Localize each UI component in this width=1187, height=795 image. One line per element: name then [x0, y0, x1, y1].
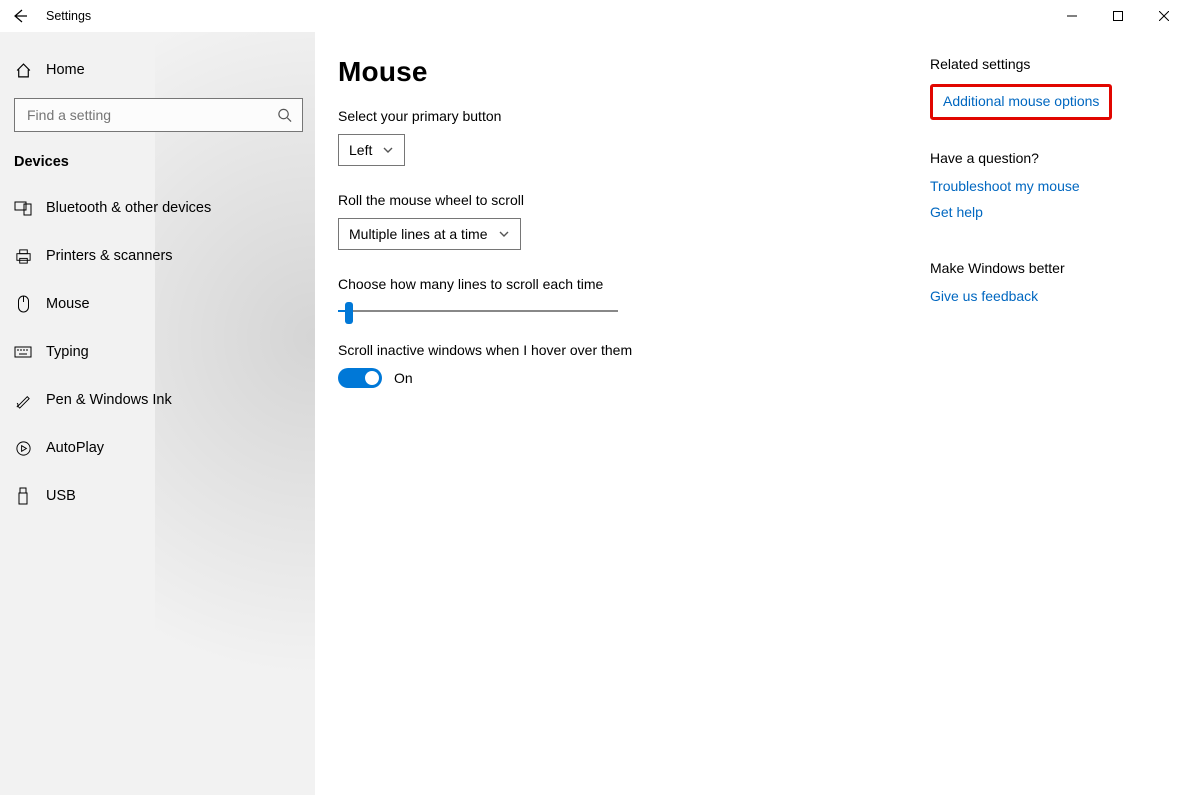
sidebar-item-label: AutoPlay [46, 440, 104, 456]
hover-toggle[interactable] [338, 368, 382, 388]
page-title: Mouse [338, 56, 898, 88]
back-icon[interactable] [12, 8, 28, 24]
slider-thumb[interactable] [345, 302, 353, 324]
hover-toggle-state: On [394, 370, 413, 386]
wheel-scroll-dropdown[interactable]: Multiple lines at a time [338, 218, 521, 250]
primary-button-label: Select your primary button [338, 108, 898, 124]
search-input-container[interactable] [14, 98, 303, 132]
have-question-heading: Have a question? [930, 150, 1112, 166]
sidebar-home-label: Home [46, 62, 85, 78]
sidebar-item-printers[interactable]: Printers & scanners [0, 232, 315, 280]
feedback-link[interactable]: Give us feedback [930, 288, 1038, 304]
usb-icon [14, 487, 32, 505]
sidebar: Home Devices Bluetooth & other devices [0, 32, 315, 795]
slider-track [338, 310, 618, 312]
sidebar-item-label: Mouse [46, 296, 90, 312]
primary-button-value: Left [349, 142, 372, 158]
sidebar-item-label: USB [46, 488, 76, 504]
search-icon[interactable] [277, 108, 292, 123]
minimize-button[interactable] [1049, 0, 1095, 32]
sidebar-item-label: Pen & Windows Ink [46, 392, 172, 408]
wheel-scroll-label: Roll the mouse wheel to scroll [338, 192, 898, 208]
sidebar-category: Devices [0, 150, 315, 184]
additional-mouse-options-highlight: Additional mouse options [930, 84, 1112, 120]
lines-scroll-label: Choose how many lines to scroll each tim… [338, 276, 898, 292]
related-settings-heading: Related settings [930, 56, 1112, 72]
sidebar-item-usb[interactable]: USB [0, 472, 315, 520]
autoplay-icon [14, 440, 32, 457]
lines-slider[interactable] [338, 302, 618, 324]
make-windows-better-heading: Make Windows better [930, 260, 1112, 276]
window-controls [1049, 0, 1187, 32]
sidebar-home[interactable]: Home [0, 48, 315, 92]
content-area: Mouse Select your primary button Left Ro… [315, 32, 1187, 795]
chevron-down-icon [382, 144, 394, 156]
chevron-down-icon [498, 228, 510, 240]
maximize-button[interactable] [1095, 0, 1141, 32]
sidebar-item-label: Typing [46, 344, 89, 360]
sidebar-item-autoplay[interactable]: AutoPlay [0, 424, 315, 472]
titlebar: Settings [0, 0, 1187, 32]
hover-scroll-label: Scroll inactive windows when I hover ove… [338, 342, 898, 358]
sidebar-item-label: Printers & scanners [46, 248, 173, 264]
mouse-icon [14, 295, 32, 313]
titlebar-left: Settings [0, 8, 91, 24]
primary-button-dropdown[interactable]: Left [338, 134, 405, 166]
sidebar-item-mouse[interactable]: Mouse [0, 280, 315, 328]
sidebar-item-pen[interactable]: Pen & Windows Ink [0, 376, 315, 424]
devices-icon [14, 199, 32, 217]
sidebar-item-label: Bluetooth & other devices [46, 200, 211, 216]
sidebar-item-bluetooth[interactable]: Bluetooth & other devices [0, 184, 315, 232]
app-title: Settings [46, 9, 91, 23]
troubleshoot-mouse-link[interactable]: Troubleshoot my mouse [930, 178, 1080, 194]
home-icon [14, 62, 32, 79]
wheel-scroll-value: Multiple lines at a time [349, 226, 488, 242]
settings-window: Settings Home [0, 0, 1187, 795]
pen-icon [14, 392, 32, 409]
printer-icon [14, 248, 32, 265]
keyboard-icon [14, 345, 32, 359]
get-help-link[interactable]: Get help [930, 204, 983, 220]
close-button[interactable] [1141, 0, 1187, 32]
additional-mouse-options-link[interactable]: Additional mouse options [943, 93, 1099, 109]
sidebar-item-typing[interactable]: Typing [0, 328, 315, 376]
search-input[interactable] [15, 99, 302, 131]
